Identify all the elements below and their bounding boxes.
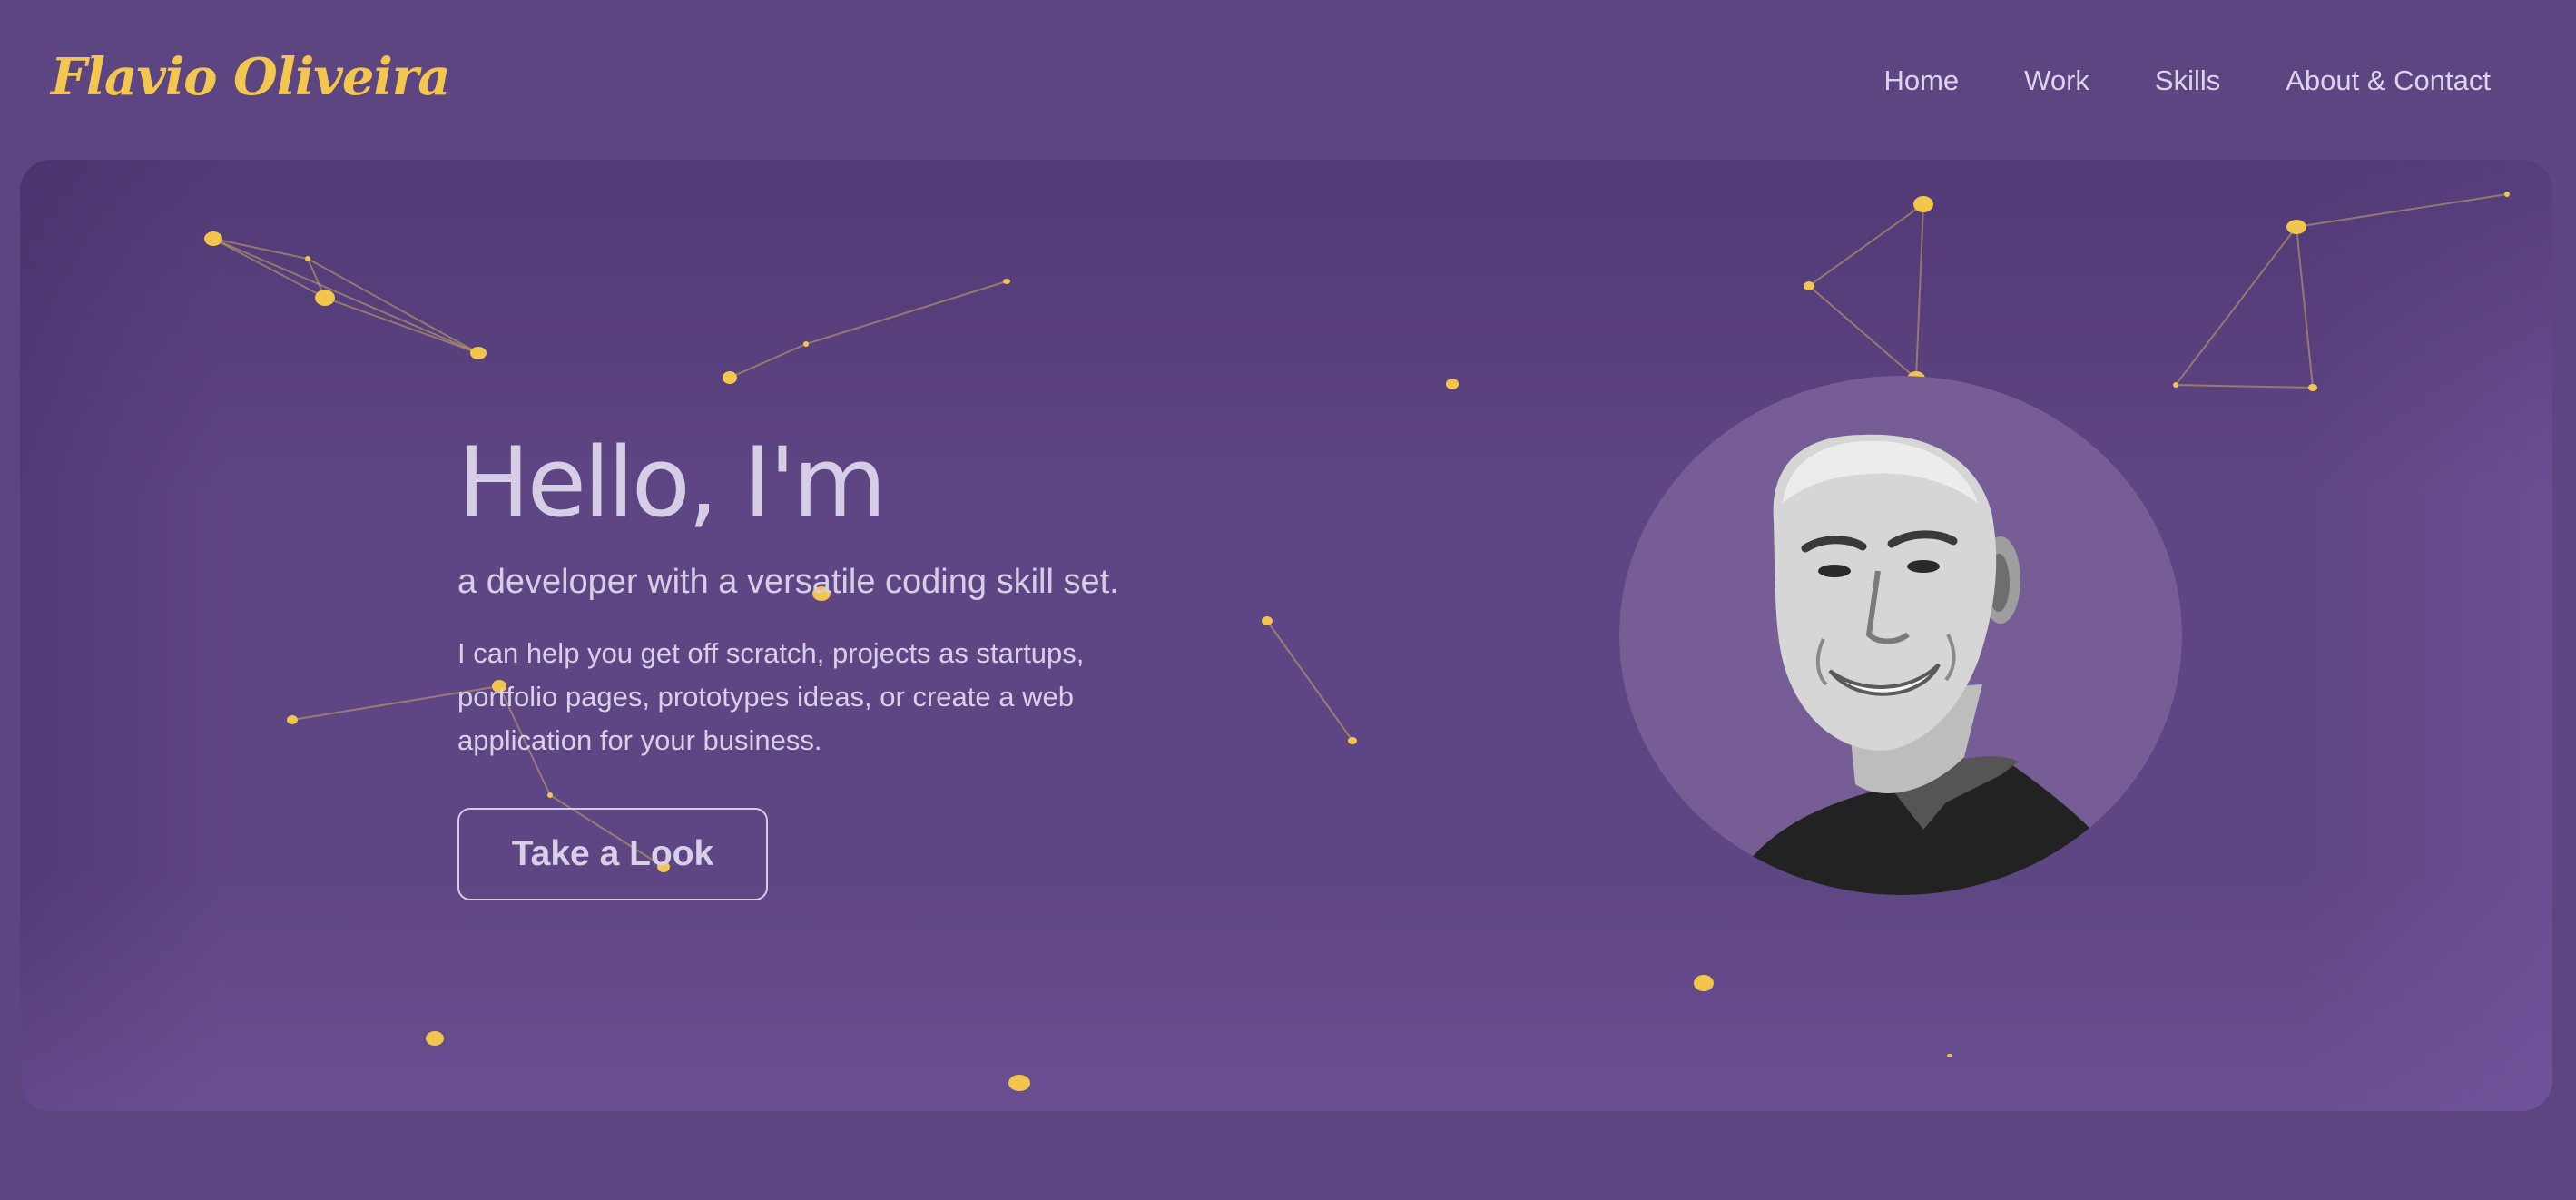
- hero-section: Hello, I'm a developer with a versatile …: [20, 160, 2552, 1111]
- site-logo[interactable]: Flavio Oliveira: [51, 47, 451, 107]
- site-header: Flavio Oliveira Home Work Skills About &…: [0, 0, 2576, 160]
- main-nav: Home Work Skills About & Contact: [1883, 60, 2491, 102]
- nav-link-work[interactable]: Work: [2024, 60, 2089, 102]
- hero-text: Hello, I'm a developer with a versatile …: [457, 425, 1202, 762]
- hero-description: I can help you get off scratch, projects…: [457, 637, 1085, 756]
- hero-subtitle: a developer with a versatile coding skil…: [457, 563, 1119, 601]
- portrait-photo: [1728, 434, 2128, 895]
- nav-link-skills[interactable]: Skills: [2155, 60, 2220, 102]
- avatar: [1619, 376, 2182, 895]
- page: Flavio Oliveira Home Work Skills About &…: [0, 0, 2576, 1200]
- nav-link-home[interactable]: Home: [1883, 60, 1959, 102]
- hero-title: Hello, I'm: [457, 427, 887, 538]
- nav-link-about-contact[interactable]: About & Contact: [2286, 60, 2491, 102]
- take-a-look-button[interactable]: Take a Look: [457, 808, 768, 900]
